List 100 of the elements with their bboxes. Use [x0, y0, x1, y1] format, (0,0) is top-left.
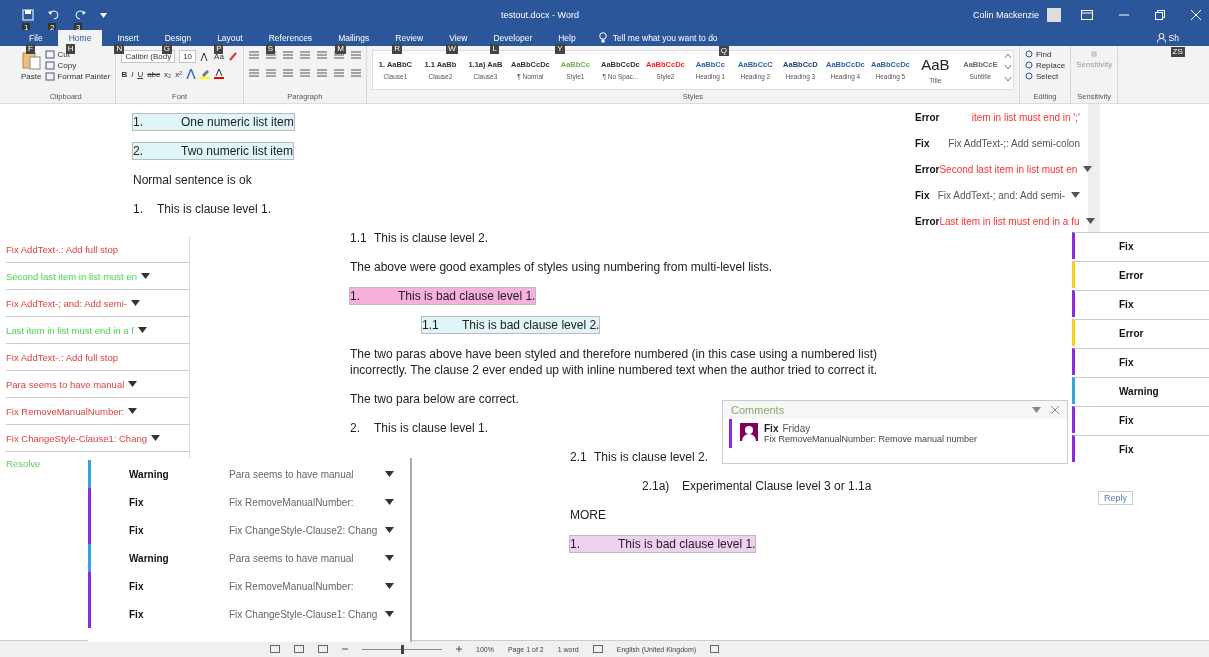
ribbon-tab[interactable]: Home	[57, 30, 103, 46]
caret-icon[interactable]	[137, 327, 147, 333]
comment-text[interactable]: Para seems to have manual	[229, 552, 379, 564]
font-color-icon[interactable]	[213, 69, 224, 79]
comment-text[interactable]: Fix ChangeStyle-Clause1: Chang	[6, 432, 147, 444]
keytip: M	[335, 44, 346, 54]
caret-icon[interactable]	[130, 300, 140, 306]
comment-text[interactable]: Para seems to have manual	[6, 378, 125, 390]
replace-button[interactable]: Replace	[1024, 61, 1066, 70]
ribbon-tab[interactable]: Layout	[206, 30, 254, 46]
ribbon-tab[interactable]: View	[438, 30, 479, 46]
ribbon-tab[interactable]: References	[257, 30, 324, 46]
change-case-button[interactable]: Aa	[214, 52, 224, 61]
caret-icon[interactable]	[128, 381, 138, 387]
comment-card: Error	[1072, 319, 1209, 346]
format-button[interactable]: abc	[147, 69, 161, 79]
keytip: N	[114, 44, 125, 54]
list-number: 1.1	[422, 317, 440, 333]
share-button[interactable]: Sh	[1168, 33, 1179, 43]
comment-text: Fix RemoveManualNumber: Remove manual number	[764, 434, 978, 444]
copy-button[interactable]: Copy	[45, 61, 111, 70]
caret-icon[interactable]	[140, 273, 150, 279]
comment-text[interactable]: Fix AddText-;: Add semi-colon	[948, 137, 1080, 149]
person-icon[interactable]	[1156, 33, 1166, 43]
caret-icon[interactable]	[385, 555, 394, 561]
list-text: This is clause level 2.	[374, 230, 489, 246]
format-button[interactable]: U	[137, 69, 144, 79]
keytip: W	[446, 44, 458, 54]
caret-icon[interactable]	[385, 583, 394, 589]
caret-icon[interactable]	[1071, 192, 1080, 198]
comment-label: Fix	[915, 137, 931, 149]
comment-text[interactable]: Second last item in list must en	[939, 163, 1078, 175]
keytip: L	[490, 44, 499, 54]
comment-text[interactable]: Fix RemoveManualNumber:	[229, 580, 379, 592]
comment-text[interactable]: Fix ChangeStyle-Clause2: Chang	[229, 524, 379, 536]
customize-caret-icon[interactable]	[100, 12, 107, 18]
keytip: H	[65, 44, 76, 54]
ribbon-display-icon[interactable]	[1081, 10, 1093, 20]
caret-icon[interactable]	[1085, 218, 1095, 224]
clipboard-icon[interactable]	[21, 50, 42, 70]
ribbon-tab[interactable]: Review	[384, 30, 435, 46]
slider-thumb[interactable]	[401, 644, 404, 654]
ribbon-tab[interactable]: Insert	[106, 30, 150, 46]
ribbon-tab[interactable]: Help	[547, 30, 587, 46]
zoom-in-icon[interactable]	[456, 646, 462, 652]
format-button[interactable]: x₂	[164, 69, 172, 79]
caret-icon[interactable]	[385, 527, 394, 533]
comment-author: Fix	[764, 423, 779, 434]
list-number: 2.	[133, 143, 144, 159]
caret-icon[interactable]	[128, 408, 138, 414]
list-text: This is bad clause level 1.	[618, 536, 756, 552]
caret-icon[interactable]	[385, 611, 394, 617]
undo-icon[interactable]	[48, 9, 60, 21]
find-button[interactable]: Find	[1024, 50, 1066, 59]
close-icon[interactable]	[1051, 406, 1059, 414]
list-text: This is bad clause level 2.	[462, 317, 600, 333]
list-text: This is bad clause level 1.	[398, 288, 536, 304]
keytip: Y	[555, 44, 565, 54]
list-number: 2.1a)	[642, 478, 671, 494]
list-number: 2.	[350, 420, 361, 436]
comment-text[interactable]: Fix AddText-; and: Add semi-	[937, 189, 1065, 201]
window-title: testout.docx - Word	[500, 10, 580, 20]
comment-text[interactable]: Fix AddText-; and: Add semi-	[6, 297, 127, 309]
redo-icon[interactable]	[74, 9, 86, 21]
comment-text[interactable]: Last item in list must end in a fu	[939, 215, 1080, 227]
ribbon-tab[interactable]: Design	[153, 30, 203, 46]
tell-me-field[interactable]: Tell me what you want to do	[612, 32, 718, 43]
comment-text[interactable]: Fix AddText-.: Add full stop	[6, 243, 118, 255]
format-button[interactable]: x²	[175, 69, 182, 79]
comment-text[interactable]: Para seems to have manual	[229, 468, 379, 480]
keytip: G	[161, 44, 172, 54]
select-button[interactable]: Select	[1024, 72, 1066, 81]
save-icon[interactable]	[22, 9, 34, 21]
list-text: Two numeric list item	[181, 143, 294, 159]
list-number: 1.1	[350, 230, 368, 246]
caret-icon[interactable]	[151, 435, 160, 441]
comment-text[interactable]: Fix RemoveManualNumber:	[229, 496, 379, 508]
caret-icon[interactable]	[385, 471, 394, 477]
lightbulb-icon[interactable]	[598, 32, 607, 43]
ribbon-tab[interactable]: Developer	[482, 30, 544, 46]
list-text: This is clause level 1.	[157, 201, 272, 217]
caret-icon[interactable]	[1083, 166, 1093, 172]
comment-label: Warning	[129, 468, 170, 480]
ribbon-tab[interactable]: File	[18, 30, 54, 46]
comment-text[interactable]: item in list must end in ';'	[971, 111, 1080, 123]
comment-text[interactable]: Fix ChangeStyle-Clause1: Chang	[229, 608, 379, 620]
restore-icon[interactable]	[1155, 10, 1165, 20]
comment-text[interactable]: Fix RemoveManualNumber:	[6, 405, 125, 417]
format-button[interactable]: I	[131, 69, 134, 79]
ribbon-tab[interactable]: Mailings	[327, 30, 381, 46]
paragraph: The two para below are correct.	[350, 391, 519, 407]
comment-text[interactable]: Fix AddText-.: Add full stop	[6, 351, 118, 363]
font-name-field[interactable]: Calibri (Body	[121, 50, 176, 63]
format-painter-button[interactable]: Format Painter	[45, 72, 111, 81]
caret-icon[interactable]	[385, 499, 394, 505]
keytip: P	[214, 44, 224, 54]
font-size-field[interactable]: 10	[179, 50, 197, 63]
reply-button[interactable]: Reply	[1098, 491, 1133, 505]
format-button[interactable]: B	[121, 69, 128, 79]
highlighter-icon[interactable]	[199, 69, 210, 79]
